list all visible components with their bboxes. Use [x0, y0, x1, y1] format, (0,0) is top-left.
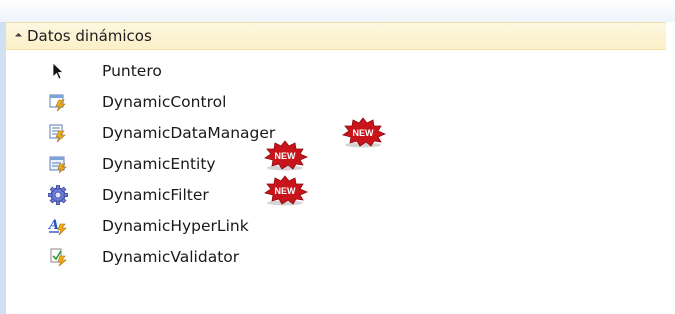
toolbox-item-dynamic-hyperlink[interactable]: A DynamicHyperLink — [6, 211, 656, 242]
group-title: Datos dinámicos — [27, 27, 152, 45]
pointer-icon — [48, 61, 68, 81]
toolbox-item-dynamic-validator[interactable]: DynamicValidator — [6, 242, 656, 273]
new-badge-text: NEW — [353, 128, 375, 138]
collapse-triangle-icon[interactable] — [14, 32, 23, 40]
new-badge-icon: NEW — [264, 140, 309, 171]
toolbox-item-label: DynamicDataManager — [102, 124, 276, 142]
dynamic-validator-icon — [48, 247, 68, 267]
dynamic-data-manager-icon — [48, 123, 68, 143]
svg-text:A: A — [48, 218, 59, 233]
dynamic-control-icon — [48, 92, 68, 112]
toolbox-item-dynamic-entity[interactable]: DynamicEntity NEW — [6, 140, 656, 180]
toolbox-item-dynamic-filter[interactable]: DynamicFilter NEW — [6, 175, 656, 211]
dynamic-filter-icon — [48, 185, 68, 205]
new-badge-icon: NEW — [342, 117, 387, 148]
toolbox-item-label: DynamicValidator — [102, 248, 240, 266]
toolbox-item-dynamic-data-manager[interactable]: DynamicDataManager NEW — [6, 117, 656, 149]
toolbox-item-dynamic-control[interactable]: DynamicControl — [6, 87, 656, 118]
new-badge-text: NEW — [275, 151, 297, 161]
toolbox-item-label: DynamicFilter — [102, 186, 209, 204]
toolbox-item-list: Puntero DynamicControl DynamicDataManage… — [6, 56, 656, 273]
toolbox-top-edge — [0, 0, 675, 22]
toolbox-item-label: DynamicEntity — [102, 155, 216, 173]
toolbox-item-label: DynamicControl — [102, 93, 227, 111]
group-header-datos-dinamicos[interactable]: Datos dinámicos — [6, 22, 666, 50]
dynamic-hyperlink-icon: A — [48, 216, 68, 236]
toolbox-item-label: Puntero — [102, 62, 162, 80]
new-badge-icon: NEW — [264, 175, 309, 206]
toolbox-item-label: DynamicHyperLink — [102, 217, 249, 235]
dynamic-entity-icon — [48, 154, 68, 174]
new-badge-text: NEW — [275, 186, 297, 196]
toolbox-item-puntero[interactable]: Puntero — [6, 56, 656, 87]
